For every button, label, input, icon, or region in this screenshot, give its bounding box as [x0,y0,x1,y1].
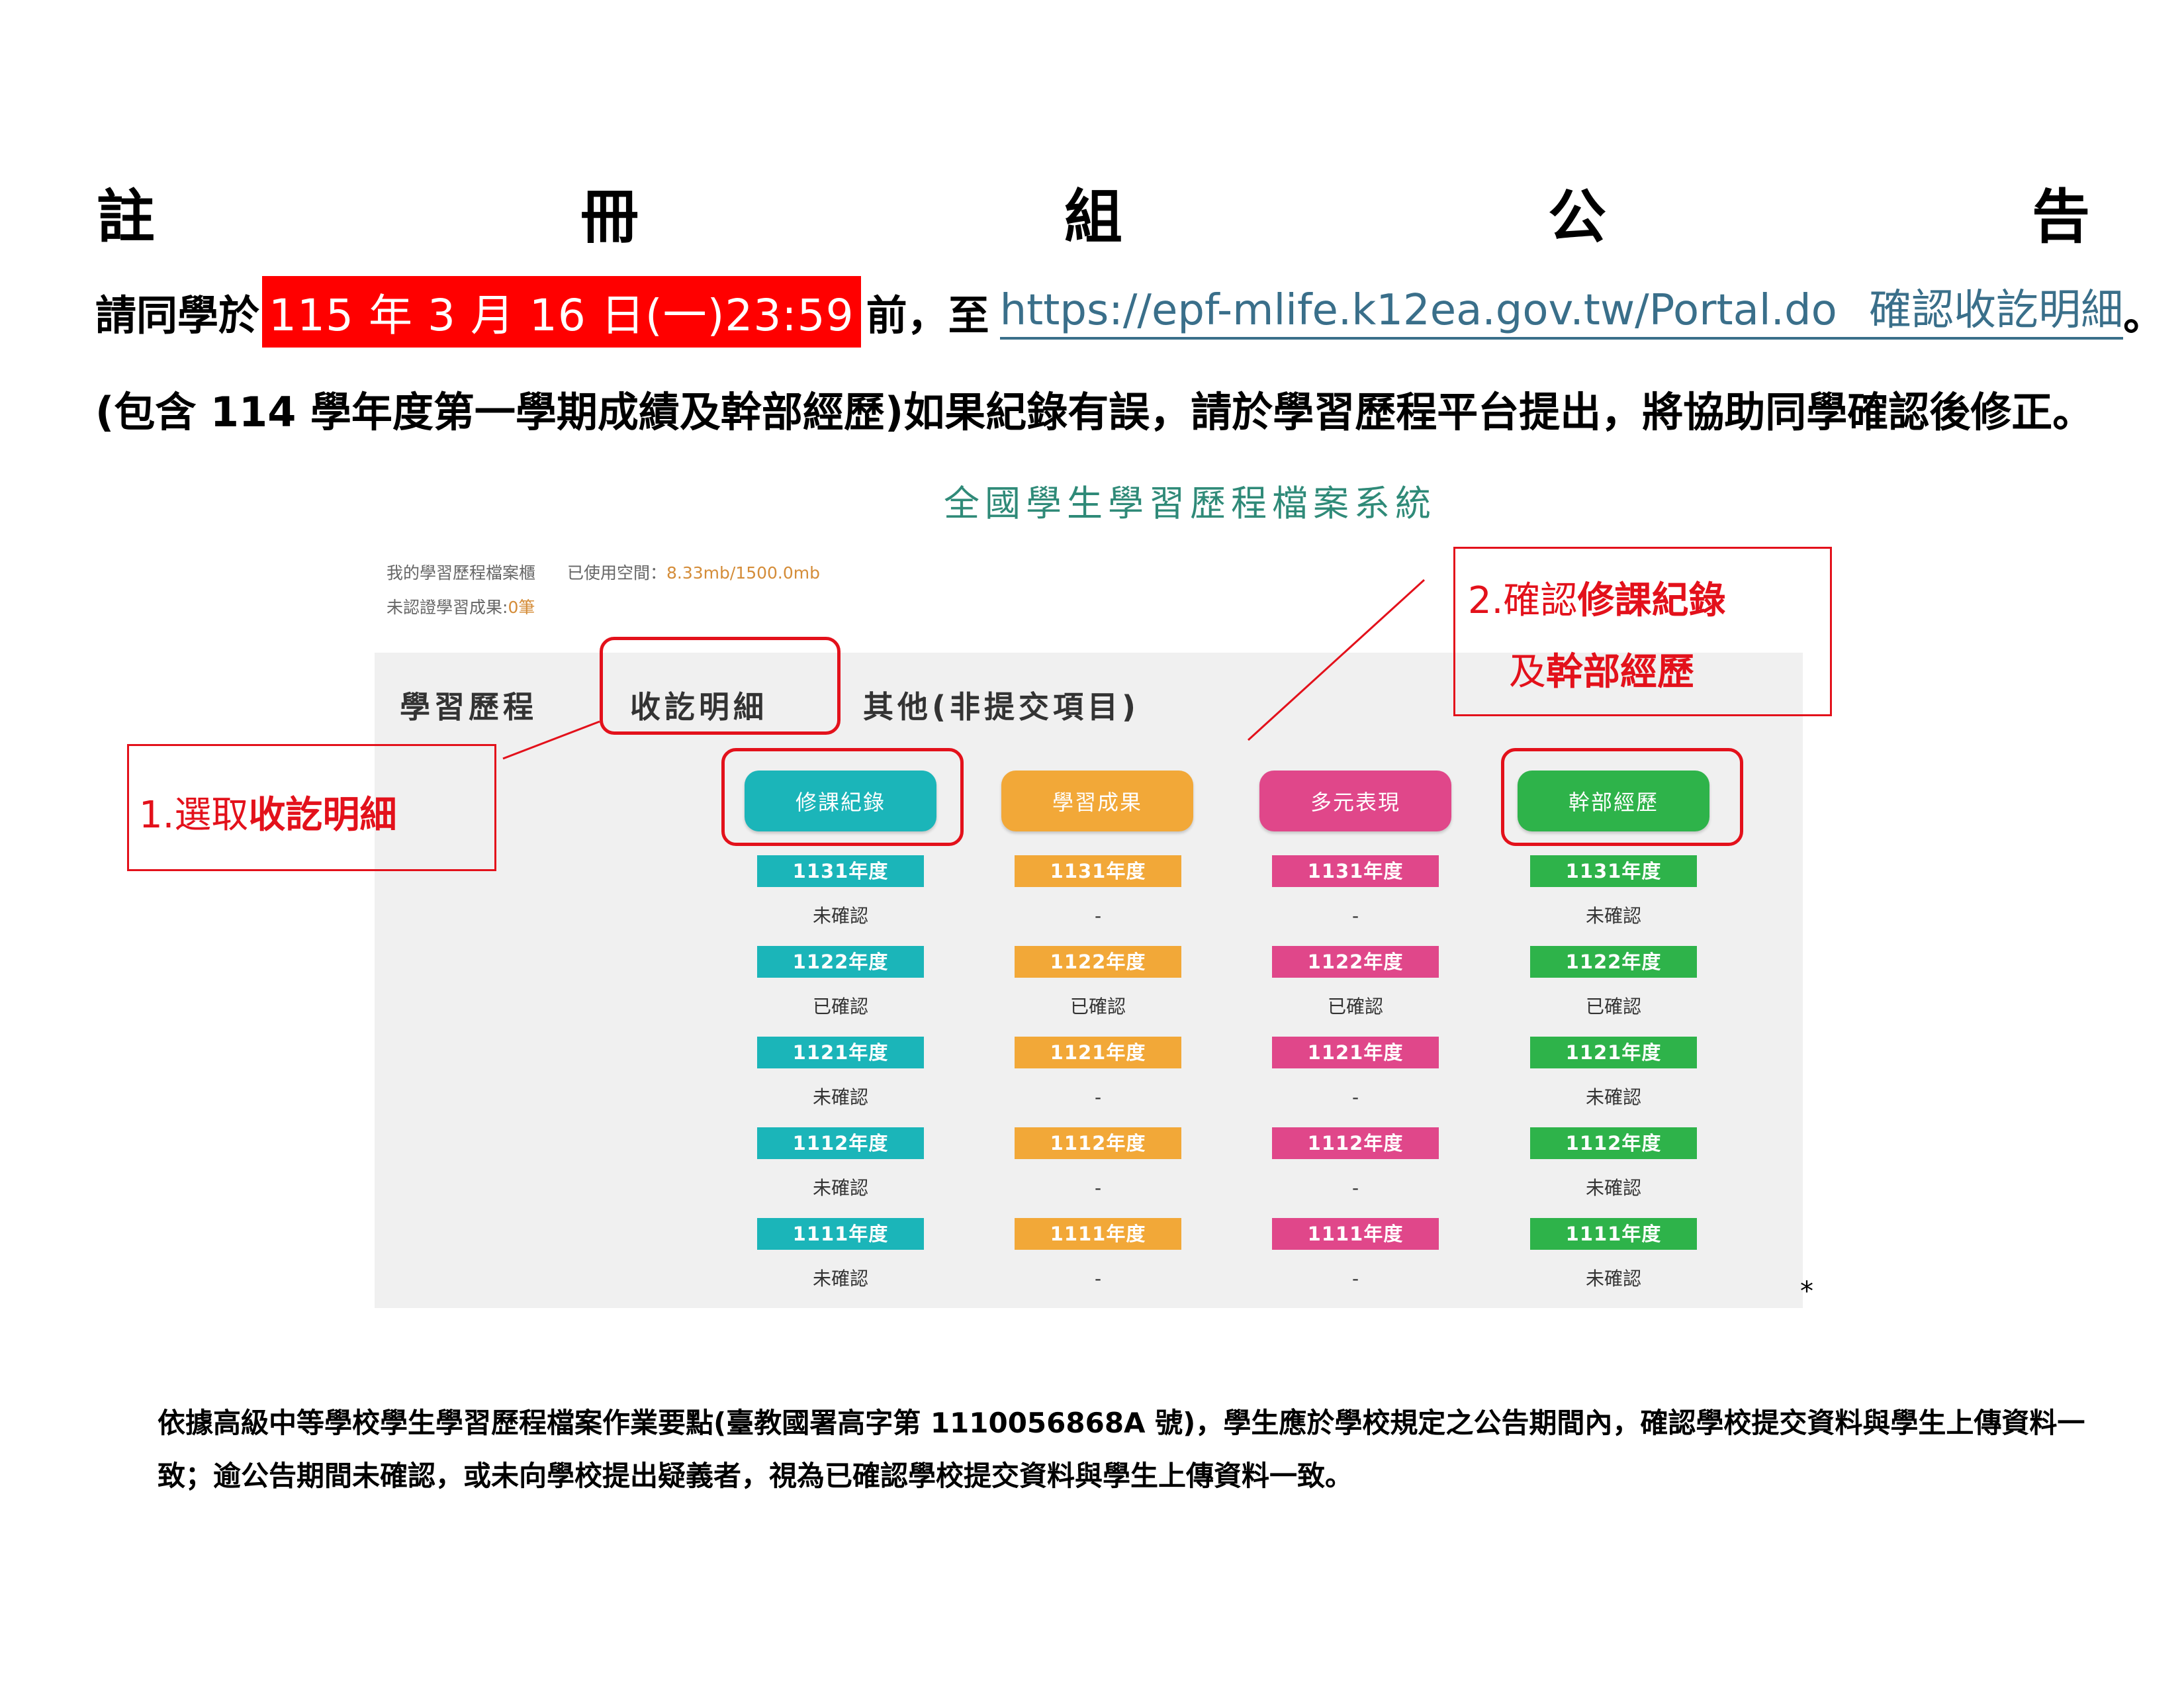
step1-connector-line [502,720,600,760]
regulation-footnote: 依據高級中等學校學生學習歷程檔案作業要點(臺教國署高字第 1110056868A… [158,1407,2085,1492]
asterisk-mark: * [1800,1276,1813,1307]
step2-connector-line [1247,579,1426,741]
